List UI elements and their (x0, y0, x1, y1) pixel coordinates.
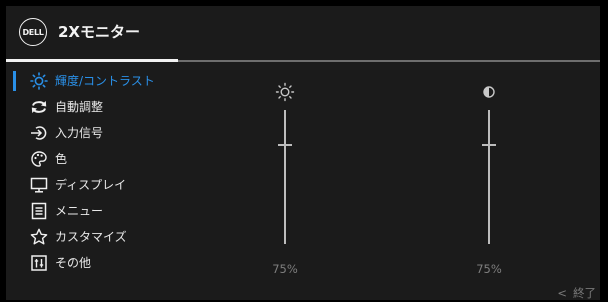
chevron-left-icon: < (557, 286, 567, 300)
menu-item-label: その他 (55, 256, 92, 270)
menu-item-menu[interactable]: メニュー (6, 198, 186, 224)
contrast-icon (483, 86, 495, 98)
brightness-value: 75% (272, 262, 298, 276)
menu-item-color[interactable]: 色 (6, 146, 186, 172)
menu-list-icon (31, 202, 47, 220)
exit-label: 終了 (573, 286, 596, 300)
contrast-value: 75% (476, 262, 502, 276)
exit-button[interactable]: < 終了 (557, 285, 596, 301)
menu-item-label: 自動調整 (55, 100, 104, 114)
brightness-icon (30, 72, 48, 90)
header-divider-active (6, 59, 178, 62)
contrast-slider[interactable]: 75% (469, 82, 509, 282)
contrast-slider-thumb[interactable] (482, 144, 496, 146)
menu-item-auto-adjust[interactable]: 自動調整 (6, 94, 186, 120)
menu-item-label: カスタマイズ (55, 230, 127, 244)
selection-indicator (13, 71, 16, 91)
menu-item-brightness-contrast[interactable]: 輝度/コントラスト (6, 68, 186, 94)
input-source-icon (31, 126, 47, 140)
menu-item-label: メニュー (55, 204, 104, 218)
auto-adjust-icon (31, 101, 47, 113)
osd-header: DELL 2Xモニター (6, 6, 600, 62)
osd-panel: DELL 2Xモニター 輝度/コントラスト 自動調整 入力信号 色 ディスプレイ… (6, 6, 600, 300)
star-icon (30, 228, 48, 245)
menu-item-label: ディスプレイ (55, 178, 127, 192)
brightness-slider-track[interactable] (284, 110, 286, 244)
menu-item-display[interactable]: ディスプレイ (6, 172, 186, 198)
menu-item-label: 輝度/コントラスト (55, 74, 155, 88)
osd-title: 2Xモニター (58, 23, 141, 41)
other-settings-icon (31, 255, 47, 271)
menu-item-customize[interactable]: カスタマイズ (6, 224, 186, 250)
brightness-slider[interactable]: 75% (265, 82, 305, 282)
brightness-icon (275, 82, 295, 102)
color-palette-icon (31, 151, 47, 167)
menu-item-input-source[interactable]: 入力信号 (6, 120, 186, 146)
brightness-slider-thumb[interactable] (278, 144, 292, 146)
header-divider (178, 60, 600, 62)
dell-logo: DELL (19, 18, 47, 46)
contrast-slider-track[interactable] (488, 110, 490, 244)
menu-item-label: 色 (55, 152, 68, 166)
menu-item-others[interactable]: その他 (6, 250, 186, 276)
menu-item-label: 入力信号 (55, 126, 104, 140)
display-monitor-icon (30, 177, 48, 193)
